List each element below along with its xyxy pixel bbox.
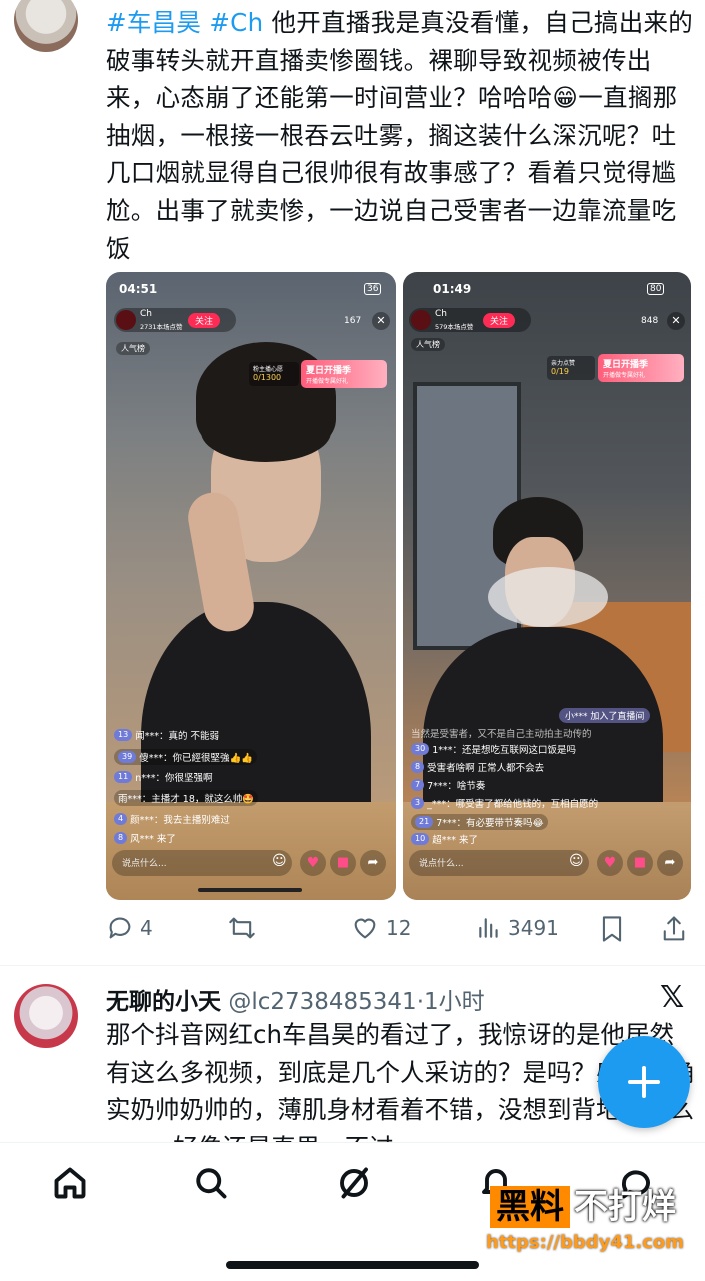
- follow-button[interactable]: 关注: [483, 313, 516, 328]
- reply-count: 4: [140, 916, 153, 940]
- goal-widget[interactable]: 亲力点赞 0/19: [547, 356, 595, 380]
- event-title: 夏日开播季: [603, 360, 649, 370]
- reply-avatar[interactable]: [14, 984, 78, 1048]
- author-avatar[interactable]: [14, 0, 78, 52]
- share-icon[interactable]: ➦: [360, 850, 386, 876]
- chat-input[interactable]: 说点什么... ☺: [112, 850, 292, 876]
- like-count: 12: [386, 916, 412, 940]
- event-banner[interactable]: 夏日开播季 开播做专属好礼: [301, 360, 387, 388]
- battery-indicator: 36: [364, 283, 382, 295]
- watermark-part2: 不打烊: [574, 1187, 676, 1227]
- streamer-avatar: [411, 310, 431, 330]
- goal-value: 0/19: [551, 367, 569, 376]
- media-image-right[interactable]: 01:49 80 Ch 579本场点赞 关注 848 ✕ 人气榜 亲力点赞 0/…: [403, 272, 691, 900]
- reply-time: ·1小时: [416, 989, 485, 1015]
- chat-message: 8 风*** 来了: [114, 831, 176, 845]
- rank-badge[interactable]: 人气榜: [116, 342, 150, 355]
- follow-button[interactable]: 关注: [188, 313, 221, 328]
- status-time: 04:51: [119, 282, 158, 296]
- event-subtitle: 开播做专属好礼: [603, 372, 646, 379]
- chat-message: 3 _***：哪受害了都给他钱的，互相自愿的: [411, 796, 598, 810]
- reply-header: 无聊的小天 @lc2738485341·1小时: [106, 982, 485, 1016]
- watermark: 黑料 不打烊 https://bbdy41.com: [486, 1186, 690, 1258]
- goal-label: 亲力点赞: [551, 360, 576, 367]
- plus-icon: [628, 1066, 660, 1098]
- like-action[interactable]: 12: [350, 914, 411, 942]
- home-icon[interactable]: [52, 1165, 88, 1201]
- watermark-url: https://bbdy41.com: [486, 1232, 685, 1253]
- chat-message: 7 7***：啥节奏: [411, 778, 485, 792]
- reply-handle[interactable]: @lc2738485341: [228, 989, 416, 1015]
- repost-icon: [229, 917, 255, 939]
- emoji-icon[interactable]: ☺: [569, 853, 584, 869]
- reply-action[interactable]: 4: [106, 914, 153, 942]
- watermark-part1: 黑料: [490, 1186, 570, 1228]
- battery-indicator: 80: [647, 283, 665, 295]
- emoji-icon[interactable]: ☺: [272, 853, 287, 869]
- heart-icon: [354, 918, 376, 939]
- rank-badge[interactable]: 人气榜: [411, 338, 445, 351]
- chat-message: 30 1***：还是想吃互联网这口饭是吗: [411, 742, 576, 756]
- chat-message: 8 受害者啥啊 正常人都不会去: [411, 760, 544, 774]
- chat-message: 21 7***：有必要带节奏吗😂: [411, 814, 548, 830]
- close-icon[interactable]: ✕: [372, 312, 390, 330]
- heart-gift-icon[interactable]: ♥: [300, 850, 326, 876]
- post-body: 他开直播我是真没看懂，自己搞出来的破事转头就开直播卖惨圈钱。裸聊导致视频被传出来…: [106, 8, 694, 263]
- home-indicator: [226, 1261, 479, 1269]
- bookmark-icon[interactable]: [598, 914, 626, 944]
- chat-message: 4 颜***：我去主播别难过: [114, 812, 230, 826]
- chat-message: 当然是受害者，又不是自己主动拍主动传的: [411, 729, 592, 740]
- status-time: 01:49: [433, 282, 472, 296]
- streamer-name: Ch: [140, 309, 152, 319]
- goal-widget[interactable]: 粉主播心愿 0/1300: [249, 362, 299, 386]
- event-title: 夏日开播季: [306, 366, 352, 376]
- chat-message: 13 闻***：真的 不能弱: [114, 728, 219, 742]
- gift-icon[interactable]: ■: [330, 850, 356, 876]
- chat-input-placeholder: 说点什么...: [419, 859, 464, 869]
- post-text: #车昌昊 #Ch 他开直播我是真没看懂，自己搞出来的破事转头就开直播卖惨圈钱。裸…: [106, 4, 696, 267]
- views-action[interactable]: 3491: [476, 914, 559, 942]
- reply-icon: [109, 917, 131, 939]
- heart-gift-icon[interactable]: ♥: [597, 850, 623, 876]
- streamer-name: Ch: [435, 309, 447, 319]
- viewer-count: 167: [344, 316, 362, 326]
- media-image-left[interactable]: 04:51 36 Ch 2731本场点赞 关注 167 ✕ 人气榜 粉主播心愿 …: [106, 272, 396, 900]
- grok-icon[interactable]: [336, 1165, 372, 1201]
- chat-message: 39 傻***：你已經很堅強👍👍: [114, 749, 258, 765]
- event-banner[interactable]: 夏日开播季 开播做专属好礼: [598, 354, 684, 382]
- viewer-count: 848: [641, 316, 659, 326]
- repost-action[interactable]: [226, 914, 264, 942]
- compose-fab[interactable]: [598, 1036, 690, 1128]
- streamer-likes: 579本场点赞: [435, 323, 474, 331]
- chat-input-placeholder: 说点什么...: [122, 859, 167, 869]
- chat-message: 雨***：主播才 18，就这么帅🤩: [114, 790, 259, 806]
- streamer-likes: 2731本场点赞: [140, 323, 183, 331]
- share-icon[interactable]: [660, 914, 688, 944]
- goal-label: 粉主播心愿: [253, 366, 284, 373]
- chat-message: 10 超*** 来了: [411, 832, 478, 846]
- home-indicator: [198, 888, 302, 892]
- search-icon[interactable]: [193, 1165, 229, 1201]
- streamer-avatar: [116, 310, 136, 330]
- hashtag-link[interactable]: #Ch: [209, 8, 263, 37]
- share-icon[interactable]: ➦: [657, 850, 683, 876]
- chat-input[interactable]: 说点什么... ☺: [409, 850, 589, 876]
- close-icon[interactable]: ✕: [667, 312, 685, 330]
- join-notice: 小*** 加入了直播间: [559, 708, 651, 723]
- chat-message: 11 n***：你很坚强啊: [114, 770, 212, 784]
- hashtag-link[interactable]: #车昌昊: [106, 8, 201, 37]
- x-logo-icon: 𝕏: [660, 980, 685, 1015]
- views-icon: [479, 918, 498, 938]
- view-count: 3491: [508, 916, 559, 940]
- gift-icon[interactable]: ■: [627, 850, 653, 876]
- reply-author-name[interactable]: 无聊的小天: [106, 989, 221, 1015]
- goal-value: 0/1300: [253, 373, 282, 382]
- divider: [0, 965, 705, 966]
- event-subtitle: 开播做专属好礼: [306, 378, 349, 385]
